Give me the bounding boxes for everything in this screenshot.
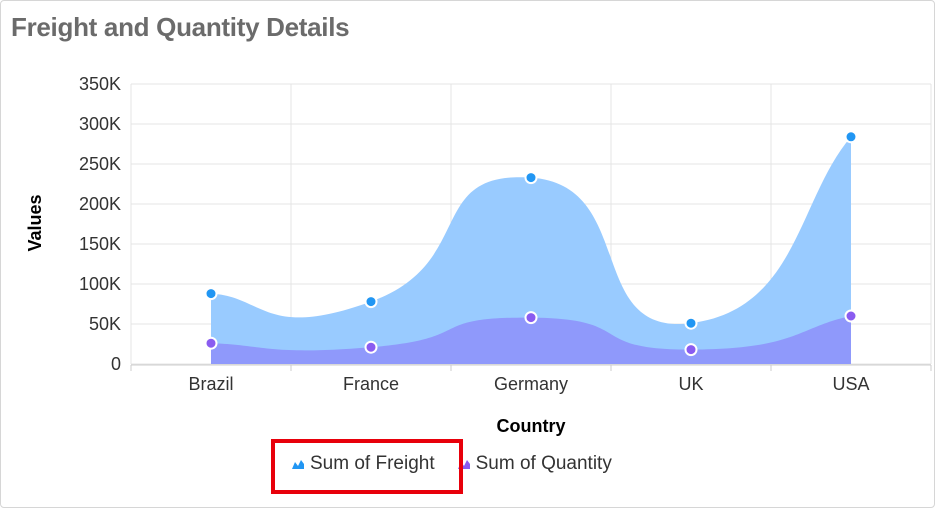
y-tick-label: 150K xyxy=(79,234,121,254)
quantity-marker[interactable] xyxy=(524,311,538,325)
x-tick-label: Brazil xyxy=(188,374,233,394)
y-axis-title: Values xyxy=(25,194,45,251)
y-tick-label: 350K xyxy=(79,74,121,94)
legend-label-quantity: Sum of Quantity xyxy=(475,453,612,474)
x-tick-label: UK xyxy=(678,374,703,394)
x-axis-ticks: Brazil France Germany UK USA xyxy=(188,374,869,394)
y-tick-label: 200K xyxy=(79,194,121,214)
freight-marker[interactable] xyxy=(524,171,538,185)
legend-item-quantity[interactable]: Sum of Quantity xyxy=(457,453,612,475)
x-tick-label: France xyxy=(343,374,399,394)
freight-marker[interactable] xyxy=(364,295,378,309)
y-tick-label: 100K xyxy=(79,274,121,294)
quantity-marker[interactable] xyxy=(364,340,378,354)
y-tick-label: 0 xyxy=(111,354,121,374)
quantity-marker[interactable] xyxy=(684,343,698,357)
chart-container: Freight and Quantity Details 0 50K 100K 150… xyxy=(0,0,935,508)
quantity-marker[interactable] xyxy=(204,336,218,350)
y-tick-label: 300K xyxy=(79,114,121,134)
legend-highlight-box xyxy=(271,439,463,494)
x-tick-label: Germany xyxy=(494,374,568,394)
freight-marker[interactable] xyxy=(844,130,858,144)
quantity-marker[interactable] xyxy=(844,309,858,323)
freight-marker[interactable] xyxy=(204,287,218,301)
y-axis-ticks: 0 50K 100K 150K 200K 250K 300K 350K xyxy=(79,74,121,374)
y-tick-label: 50K xyxy=(89,314,121,334)
freight-marker[interactable] xyxy=(684,316,698,330)
y-tick-label: 250K xyxy=(79,154,121,174)
series-areas xyxy=(211,136,851,364)
x-tick-label: USA xyxy=(832,374,869,394)
x-axis-title: Country xyxy=(497,416,566,436)
area-chart: 0 50K 100K 150K 200K 250K 300K 350K Brazil Franc… xyxy=(25,74,932,436)
